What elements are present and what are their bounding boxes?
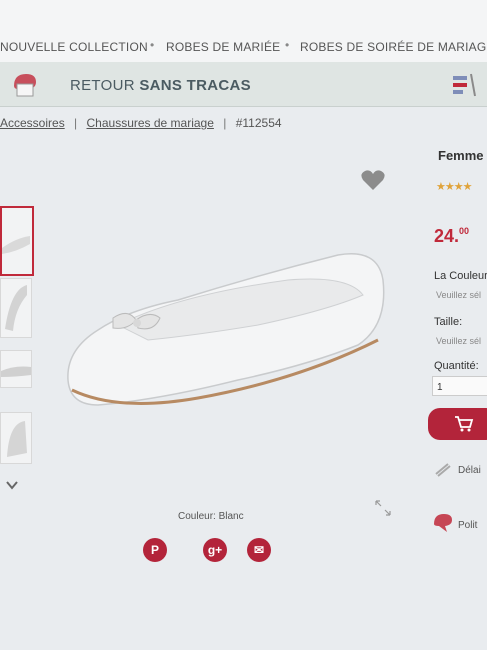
breadcrumb: Accessoires | Chaussures de mariage | #1… <box>0 116 282 130</box>
google-plus-icon[interactable]: g+ <box>203 538 227 562</box>
rating-stars: ★★★★ <box>436 181 472 193</box>
banner-text: RETOUR SANS TRACAS <box>70 77 251 94</box>
breadcrumb-wedding-shoes[interactable]: Chaussures de mariage <box>87 116 214 130</box>
cart-icon <box>455 416 474 432</box>
truck-icon <box>435 463 451 477</box>
return-policy-icon <box>434 514 452 532</box>
gallery-thumbnail[interactable] <box>0 206 34 276</box>
breadcrumb-accessories[interactable]: Accessoires <box>0 116 65 130</box>
delivery-link[interactable]: Délai <box>458 465 481 476</box>
selected-color-label: Couleur: Blanc <box>178 511 244 522</box>
return-logo-icon <box>14 74 36 97</box>
expand-icon[interactable] <box>375 500 391 516</box>
heart-icon[interactable] <box>360 168 386 192</box>
nav-evening-dresses[interactable]: ROBES DE SOIRÉE DE MARIAGE <box>300 40 487 54</box>
breadcrumb-separator: | <box>74 116 78 130</box>
nav-separator: • <box>150 38 155 52</box>
returns-banner[interactable]: RETOUR SANS TRACAS <box>0 62 487 107</box>
gallery-thumbnail[interactable] <box>0 350 32 388</box>
product-image[interactable] <box>58 240 388 430</box>
gallery-thumbnail[interactable] <box>0 278 32 338</box>
nav-separator: • <box>285 38 290 52</box>
size-label: Taille: <box>434 316 463 328</box>
color-option-label: La Couleur <box>434 270 487 282</box>
flag-icon[interactable] <box>451 72 477 98</box>
breadcrumb-product-id: #112554 <box>235 116 282 130</box>
top-navigation: NOUVELLE COLLECTION • ROBES DE MARIÉE • … <box>0 0 487 63</box>
chevron-down-icon[interactable] <box>6 480 18 490</box>
quantity-input[interactable]: 1 <box>432 376 487 396</box>
email-icon[interactable]: ✉ <box>247 538 271 562</box>
product-title: Femme <box>438 148 484 163</box>
breadcrumb-separator: | <box>223 116 227 130</box>
product-info-panel: Femme ★★★★ 24.00 La Couleur Veuillez sél… <box>418 140 487 580</box>
pinterest-icon[interactable]: P <box>143 538 167 562</box>
color-select[interactable]: Veuillez sél <box>436 290 481 300</box>
size-select[interactable]: Veuillez sél <box>436 336 481 346</box>
policy-link[interactable]: Polit <box>458 520 477 531</box>
quantity-label: Quantité: <box>434 360 479 372</box>
gallery-thumbnail[interactable] <box>0 412 32 464</box>
add-to-cart-button[interactable] <box>428 408 487 440</box>
nav-new-collection[interactable]: NOUVELLE COLLECTION <box>0 40 148 54</box>
product-price: 24.00 <box>434 226 470 246</box>
nav-wedding-dresses[interactable]: ROBES DE MARIÉE <box>166 40 280 54</box>
